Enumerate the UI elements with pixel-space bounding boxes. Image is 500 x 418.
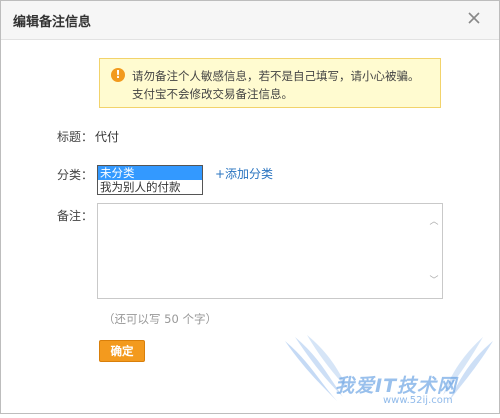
note-textarea[interactable] [98,204,424,298]
note-remaining-hint: （还可以写 50 个字） [103,312,217,326]
category-option-paid-for-others[interactable]: 我为别人的付款 [98,180,202,194]
title-label: 标题： [57,130,94,144]
watermark-wings-icon [285,335,493,401]
watermark-url: www.52ij.com [383,395,453,406]
warning-text-line2: 支付宝不会修改交易备注信息。 [132,87,293,101]
add-category-link[interactable]: +添加分类 [215,165,273,182]
warning-notice: ! 请勿备注个人敏感信息，若不是自己填写，请小心被骗。 支付宝不会修改交易备注信… [99,58,441,108]
category-label: 分类： [57,168,94,182]
dialog-header: 编辑备注信息 [1,1,499,40]
watermark-logo: 我爱IT技术网 www.52ij.com [279,331,500,415]
category-option-uncategorized[interactable]: 未分类 [98,166,202,180]
note-scrollbar[interactable]: ︿ ﹀ [426,204,442,298]
note-textarea-container: ︿ ﹀ [97,203,443,299]
warning-text-line1: 请勿备注个人敏感信息，若不是自己填写，请小心被骗。 [132,69,420,83]
close-icon[interactable] [465,9,483,27]
scroll-up-arrow-icon[interactable]: ︿ [429,217,439,227]
confirm-button[interactable]: 确定 [99,340,145,362]
edit-note-dialog: 编辑备注信息 ! 请勿备注个人敏感信息，若不是自己填写，请小心被骗。 支付宝不会… [0,0,500,414]
scroll-down-arrow-icon[interactable]: ﹀ [429,276,439,286]
watermark-text: 我爱IT技术网 [335,375,458,397]
title-value: 代付 [95,130,120,144]
note-label: 备注： [57,209,94,223]
dialog-title: 编辑备注信息 [13,15,92,30]
exclamation-icon: ! [111,68,125,82]
category-select[interactable]: 未分类 我为别人的付款 [97,165,203,195]
